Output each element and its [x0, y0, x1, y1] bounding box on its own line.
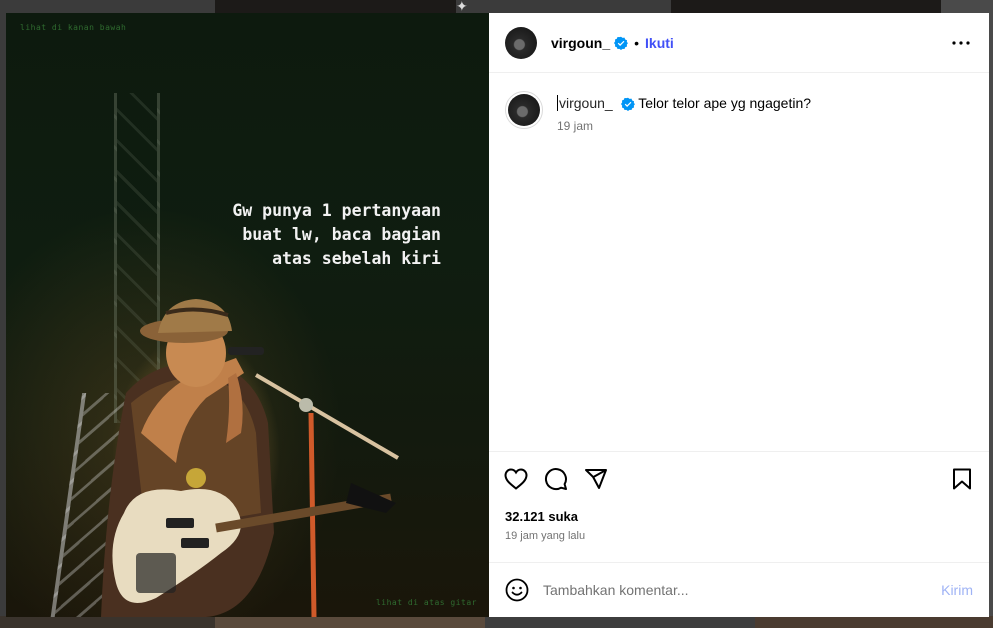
post-modal: lihat di kanan bawah lihat di atas gitar… [6, 13, 989, 617]
separator-dot: • [634, 34, 640, 51]
overlay-line: Gw punya 1 pertanyaan [232, 201, 441, 220]
verified-badge-icon [620, 97, 635, 112]
comment-bar: Kirim [489, 562, 989, 617]
post-details-panel: virgoun_ • Ikuti virgoun_ Telor telor ap… [489, 13, 989, 617]
action-bar [489, 451, 989, 505]
bookmark-icon[interactable] [949, 466, 975, 492]
post-media[interactable]: lihat di kanan bawah lihat di atas gitar… [6, 13, 489, 617]
more-options-icon[interactable] [951, 33, 971, 53]
comments-section[interactable]: virgoun_ Telor telor ape yg ngagetin? 19… [489, 73, 989, 451]
author-username[interactable]: virgoun_ [551, 35, 610, 51]
overlay-line: atas sebelah kiri [272, 249, 441, 268]
post-header: virgoun_ • Ikuti [489, 13, 989, 73]
comment-icon[interactable] [543, 466, 569, 492]
post-timestamp[interactable]: 19 jam yang lalu [505, 530, 973, 542]
backdrop-strip [0, 616, 993, 628]
overlay-line: buat lw, baca bagian [242, 225, 441, 244]
caption-line: virgoun_ Telor telor ape yg ngagetin? [557, 95, 812, 112]
verified-badge-icon [614, 36, 629, 50]
corner-hint-top-left: lihat di kanan bawah [20, 23, 127, 32]
caption-text: Telor telor ape yg ngagetin? [638, 95, 812, 111]
share-icon[interactable] [583, 466, 609, 492]
send-button[interactable]: Kirim [941, 582, 973, 598]
emoji-icon[interactable] [505, 578, 529, 602]
caption-body: virgoun_ Telor telor ape yg ngagetin? 19… [557, 91, 811, 133]
comment-input[interactable] [543, 582, 942, 598]
caption-avatar[interactable] [505, 91, 543, 129]
image-overlay-text: Gw punya 1 pertanyaan buat lw, baca bagi… [232, 199, 441, 271]
follow-button[interactable]: Ikuti [645, 35, 674, 51]
caption: virgoun_ Telor telor ape yg ngagetin? 19… [505, 91, 973, 133]
avatar [508, 94, 540, 126]
post-meta: 32.121 suka 19 jam yang lalu [489, 505, 989, 556]
avatar[interactable] [505, 26, 537, 59]
performer-illustration [101, 299, 400, 617]
corner-hint-bottom-right: lihat di atas gitar [375, 598, 477, 607]
caption-username[interactable]: virgoun_ [557, 95, 613, 111]
like-count[interactable]: 32.121 suka [505, 509, 973, 524]
caption-timestamp: 19 jam [557, 119, 594, 134]
heart-icon[interactable] [503, 466, 529, 492]
